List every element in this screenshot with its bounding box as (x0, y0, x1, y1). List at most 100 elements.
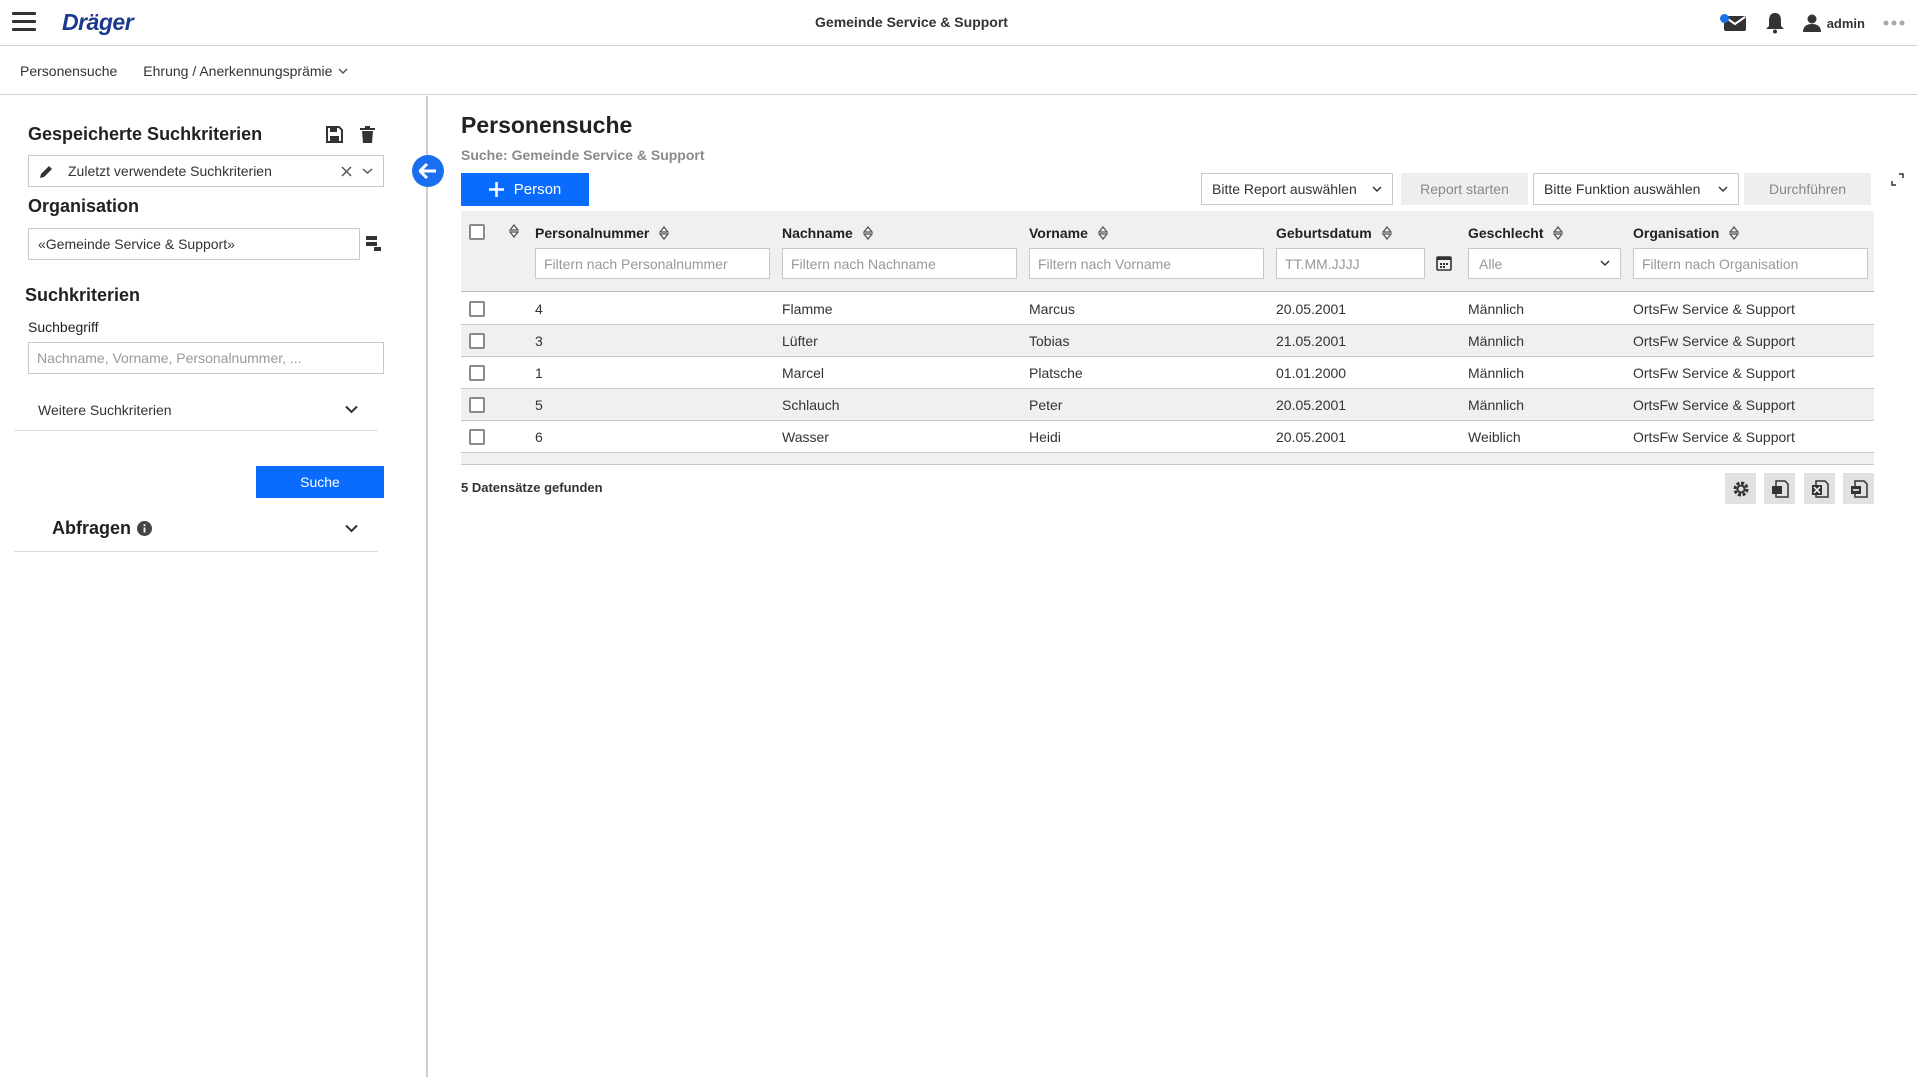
organisation-field[interactable]: «Gemeinde Service & Support» (28, 228, 360, 260)
gear-icon (1733, 481, 1748, 496)
col-geschlecht[interactable]: Geschlecht (1468, 225, 1564, 241)
filter-geburtsdatum (1276, 248, 1425, 279)
search-button[interactable]: Suche (256, 466, 384, 498)
app-title: Gemeinde Service & Support (815, 14, 1008, 30)
function-select[interactable]: Bitte Funktion auswählen (1533, 173, 1739, 205)
filter-geschlecht-select[interactable]: Alle (1468, 248, 1621, 279)
row-checkbox[interactable] (469, 397, 485, 413)
col-geburtsdatum[interactable]: Geburtsdatum (1276, 225, 1392, 241)
bell-icon[interactable] (1765, 12, 1785, 34)
col-vorname[interactable]: Vorname (1029, 225, 1108, 241)
row-checkbox[interactable] (469, 333, 485, 349)
col-nachname[interactable]: Nachname (782, 225, 873, 241)
more-criteria-toggle[interactable]: Weitere Suchkriterien (14, 389, 378, 431)
plus-icon (488, 182, 504, 197)
filter-geburtsdatum-input[interactable] (1277, 249, 1424, 278)
queries-toggle[interactable]: Abfragen (14, 506, 378, 552)
pencil-icon (40, 165, 52, 178)
sort-icon (862, 226, 873, 240)
saved-criteria-heading: Gespeicherte Suchkriterien (28, 124, 263, 144)
info-icon (137, 521, 153, 536)
export-csv-button[interactable] (1843, 473, 1874, 504)
filter-nachname (782, 248, 1017, 279)
export-pdf-button[interactable] (1764, 473, 1795, 504)
sort-icon (1381, 226, 1392, 240)
col-organisation[interactable]: Organisation (1633, 225, 1740, 241)
search-criteria-heading: Suchkriterien (25, 285, 141, 305)
sub-navigation: Personensuche Ehrung / Anerkennungsprämi… (0, 47, 1917, 95)
add-person-label: Person (513, 181, 562, 198)
filter-vorname (1029, 248, 1264, 279)
filter-nachname-input[interactable] (783, 249, 1016, 278)
save-icon[interactable] (326, 126, 343, 148)
queries-heading: Abfragen (52, 518, 132, 538)
chevron-down-icon (1718, 185, 1728, 192)
table-row[interactable]: 5 Schlauch Peter 20.05.2001 Männlich Ort… (461, 389, 1874, 421)
row-checkbox[interactable] (469, 365, 485, 381)
function-select-value: Bitte Funktion auswählen (1544, 181, 1701, 197)
search-input[interactable] (29, 343, 383, 373)
sort-icon (1729, 226, 1740, 240)
row-checkbox[interactable] (469, 429, 485, 445)
chevron-down-icon (1372, 185, 1382, 192)
select-all-checkbox[interactable] (469, 224, 485, 240)
filter-vorname-input[interactable] (1030, 249, 1263, 278)
left-panel: Gespeicherte Suchkriterien Zuletzt verwe… (0, 96, 428, 1077)
filter-personalnummer (535, 248, 770, 279)
chevron-down-icon (345, 405, 358, 414)
export-pdf-icon (1771, 479, 1789, 498)
clear-icon[interactable] (341, 165, 352, 177)
more-icon[interactable] (1883, 20, 1905, 26)
organisation-heading: Organisation (28, 196, 140, 216)
table-row[interactable]: 3 Lüfter Tobias 21.05.2001 Männlich Orts… (461, 325, 1874, 357)
add-person-button[interactable]: Person (461, 173, 589, 206)
report-select[interactable]: Bitte Report auswählen (1201, 173, 1393, 205)
nav-ehrung[interactable]: Ehrung / Anerkennungsprämie (143, 63, 348, 79)
filter-geschlecht-value: Alle (1479, 255, 1503, 272)
page-title: Personensuche (461, 112, 633, 138)
sort-icon (1553, 226, 1564, 240)
filter-organisation-input[interactable] (1634, 249, 1867, 278)
chevron-down-icon[interactable] (362, 167, 373, 175)
org-tree-icon[interactable] (366, 236, 381, 256)
export-excel-icon (1811, 479, 1829, 498)
chevron-down-icon (338, 67, 348, 74)
top-bar: Dräger Gemeinde Service & Support admin (0, 0, 1917, 46)
trash-icon[interactable] (360, 126, 375, 148)
search-term-label: Suchbegriff (28, 319, 99, 335)
filter-personalnummer-input[interactable] (536, 249, 769, 278)
table-header: Personalnummer Nachname Vorname Geburtsd… (461, 211, 1874, 292)
calendar-icon[interactable] (1436, 255, 1452, 276)
mail-icon[interactable] (1719, 14, 1747, 32)
organisation-value: «Gemeinde Service & Support» (38, 236, 235, 252)
table-footer-bar (461, 453, 1874, 465)
notification-dot (1719, 14, 1729, 23)
chevron-down-icon (345, 524, 358, 533)
collapse-panel-button[interactable] (412, 155, 444, 187)
expand-icon[interactable] (1891, 173, 1904, 191)
page-subtitle: Suche: Gemeinde Service & Support (461, 147, 705, 163)
chevron-down-icon (1600, 260, 1610, 267)
user-name: admin (1826, 15, 1865, 31)
sort-icon (659, 226, 670, 240)
col-personalnummer[interactable]: Personalnummer (535, 225, 670, 241)
saved-criteria-value: Zuletzt verwendete Suchkriterien (68, 163, 272, 179)
user-menu[interactable]: admin (1802, 14, 1865, 32)
execute-button[interactable]: Durchführen (1744, 173, 1871, 205)
more-criteria-label: Weitere Suchkriterien (38, 401, 172, 418)
sort-icon[interactable] (508, 223, 520, 243)
row-checkbox[interactable] (469, 301, 485, 317)
record-count: 5 Datensätze gefunden (461, 480, 603, 495)
filter-organisation (1633, 248, 1868, 279)
report-select-value: Bitte Report auswählen (1212, 181, 1357, 197)
saved-criteria-select[interactable]: Zuletzt verwendete Suchkriterien (28, 155, 384, 187)
table-row[interactable]: 4 Flamme Marcus 20.05.2001 Männlich Orts… (461, 293, 1874, 325)
export-csv-icon (1850, 479, 1868, 498)
table-row[interactable]: 1 Marcel Platsche 01.01.2000 Männlich Or… (461, 357, 1874, 389)
table-row[interactable]: 6 Wasser Heidi 20.05.2001 Weiblich OrtsF… (461, 421, 1874, 453)
search-term-field (28, 342, 384, 374)
table-settings-button[interactable] (1725, 473, 1756, 504)
export-excel-button[interactable] (1804, 473, 1835, 504)
nav-personensuche[interactable]: Personensuche (20, 63, 117, 79)
report-start-button[interactable]: Report starten (1401, 173, 1528, 205)
